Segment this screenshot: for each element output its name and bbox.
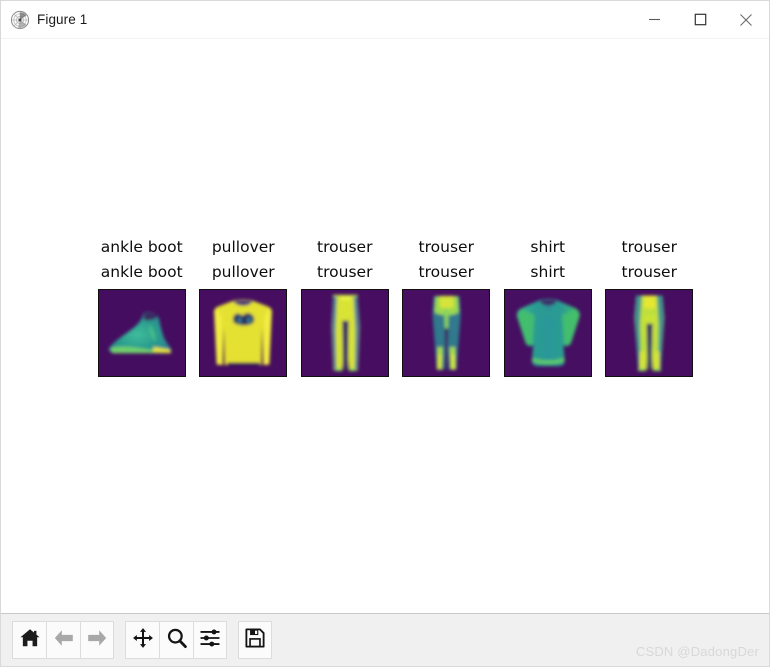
toolbar-group-tools (125, 620, 227, 660)
shirt-thumbnail (503, 289, 592, 377)
ankle-boot-thumbnail (97, 289, 186, 377)
figure-window: Figure 1 ankle boot ankle boot pullover … (0, 0, 770, 667)
configure-subplots-button[interactable] (193, 621, 227, 659)
predicted-label: shirt (530, 238, 566, 256)
zoom-magnifier-icon (166, 627, 188, 653)
toolbar-group-navigation (12, 620, 114, 660)
actual-label: trouser (317, 263, 373, 281)
forward-button[interactable] (80, 621, 114, 659)
pan-button[interactable] (125, 621, 159, 659)
predicted-label: trouser (621, 238, 677, 256)
back-arrow-icon (53, 627, 75, 653)
zoom-button[interactable] (159, 621, 193, 659)
predicted-label: ankle boot (100, 238, 183, 256)
cell-label-group: pullover pullover (212, 235, 275, 285)
navigation-toolbar: CSDN @DadongDer (1, 613, 769, 666)
matplotlib-logo-icon (10, 10, 30, 30)
forward-arrow-icon (86, 627, 108, 653)
save-button[interactable] (238, 621, 272, 659)
pullover-thumbnail (199, 289, 288, 377)
minimize-button[interactable] (631, 1, 677, 38)
toolbar-separator (227, 621, 238, 659)
cell-label-group: trouser trouser (317, 235, 372, 285)
minimize-icon (648, 18, 660, 21)
prediction-cell: trouser trouser (396, 235, 498, 377)
predicted-label: pullover (211, 238, 275, 256)
predicted-label: trouser (317, 238, 373, 256)
home-button[interactable] (12, 621, 46, 659)
save-floppy-icon (244, 627, 266, 653)
actual-label: shirt (530, 263, 566, 281)
maximize-button[interactable] (677, 1, 723, 38)
configure-subplots-icon (199, 627, 221, 653)
cell-label-group: trouser trouser (419, 235, 474, 285)
back-button[interactable] (46, 621, 80, 659)
actual-label: trouser (621, 263, 677, 281)
figure-canvas[interactable]: ankle boot ankle boot pullover pullover … (1, 39, 769, 613)
prediction-cell: ankle boot ankle boot (91, 235, 193, 377)
actual-label: pullover (211, 263, 275, 281)
prediction-grid: ankle boot ankle boot pullover pullover … (91, 235, 701, 377)
prediction-cell: trouser trouser (294, 235, 396, 377)
toolbar-group-save (238, 620, 272, 660)
prediction-cell: trouser trouser (599, 235, 701, 377)
home-icon (19, 627, 41, 653)
actual-label: trouser (418, 263, 474, 281)
actual-label: ankle boot (100, 263, 183, 281)
window-controls (631, 1, 769, 38)
cell-label-group: shirt shirt (530, 235, 565, 285)
window-title: Figure 1 (37, 12, 88, 27)
watermark-text: CSDN @DadongDer (635, 644, 759, 659)
close-button[interactable] (723, 1, 769, 38)
pan-move-icon (132, 627, 154, 653)
predicted-label: trouser (418, 238, 474, 256)
title-bar: Figure 1 (1, 1, 769, 39)
prediction-cell: pullover pullover (193, 235, 295, 377)
trouser-thumbnail (300, 289, 389, 377)
prediction-cell: shirt shirt (497, 235, 599, 377)
toolbar-separator (114, 621, 125, 659)
cell-label-group: ankle boot ankle boot (101, 235, 183, 285)
maximize-icon (694, 13, 706, 26)
close-icon (740, 13, 752, 26)
trouser-thumbnail (605, 289, 694, 377)
trouser-thumbnail (402, 289, 491, 377)
cell-label-group: trouser trouser (622, 235, 677, 285)
